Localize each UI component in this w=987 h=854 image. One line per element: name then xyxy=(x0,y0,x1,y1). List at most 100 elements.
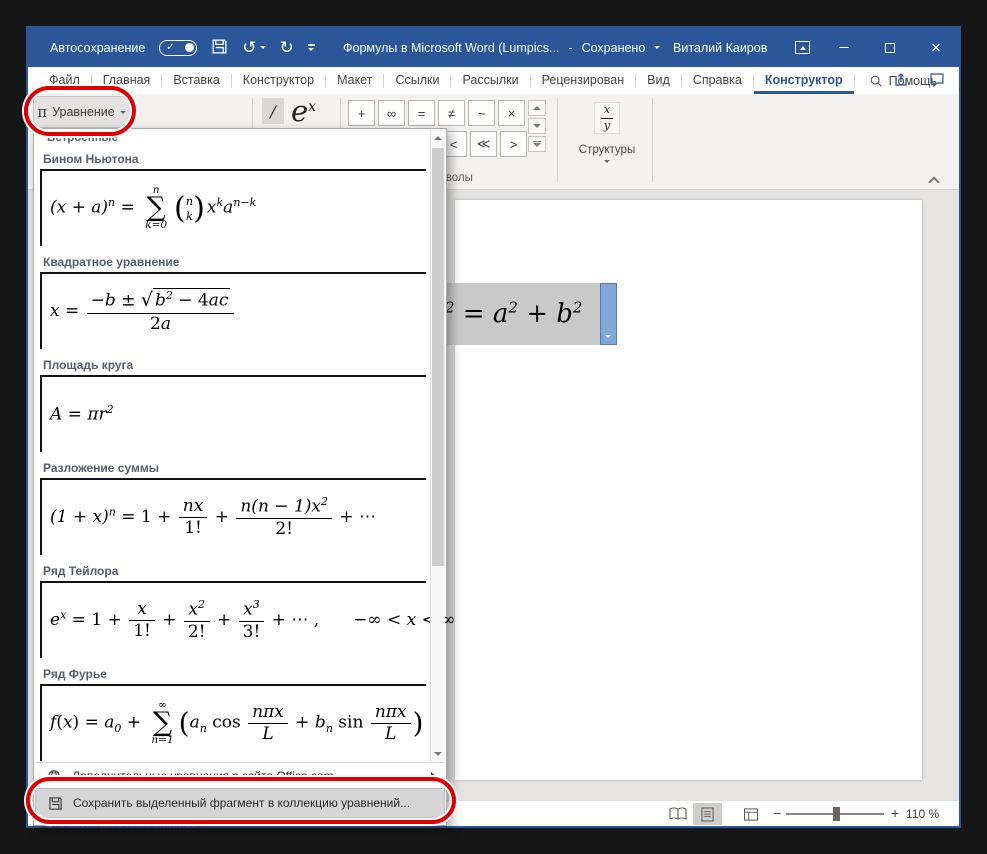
symbol-button[interactable]: ≠ xyxy=(438,100,465,126)
math-token: + xyxy=(212,610,237,630)
scroll-down-button[interactable] xyxy=(528,118,546,134)
equation-gallery-item[interactable]: Разложение суммы(1 + x)n = 1 + nx1! + n(… xyxy=(34,458,432,561)
math-token: 2 xyxy=(107,403,114,416)
math-token: 2 xyxy=(573,298,583,316)
ribbon-tab[interactable]: Файл xyxy=(38,67,91,94)
maximize-icon xyxy=(885,43,895,53)
math-token: −b ± √b2 − 4ac2a xyxy=(87,288,235,335)
menu-item-clipped[interactable]: Вставить новое уравнение xyxy=(35,820,445,827)
equation-gallery-item[interactable]: Ряд Фурьеf(x) = a0 + ∞∑n=1(an cos nπxL +… xyxy=(34,664,432,767)
symbols-more-button[interactable] xyxy=(528,136,546,152)
chevron-down-icon xyxy=(654,46,660,49)
symbol-button[interactable]: ∞ xyxy=(378,100,405,126)
scrollbar-thumb[interactable] xyxy=(432,148,444,566)
symbol-button[interactable]: = xyxy=(408,100,435,126)
math-token: n−k xyxy=(233,196,256,209)
window-title: Формулы в Microsoft Word (Lumpics... - С… xyxy=(343,28,660,67)
zoom-level[interactable]: 110 % xyxy=(906,807,939,821)
customize-qat-button[interactable] xyxy=(308,44,315,51)
math-token: nπxL xyxy=(248,702,288,746)
math-token: a xyxy=(104,713,114,733)
math-token: b xyxy=(105,291,116,311)
equation-text: 2 = a2 + b2 xyxy=(445,298,582,331)
equation-formula: f(x) = a0 + ∞∑n=1(an cos nπxL + bn sin n… xyxy=(50,700,423,746)
ribbon-display-options-icon[interactable] xyxy=(795,41,810,54)
equation-button-label: Уравнение xyxy=(52,105,115,119)
check-icon: ✓ xyxy=(166,42,174,54)
selected-equation[interactable]: 2 = a2 + b2 xyxy=(433,283,600,345)
maximize-button[interactable] xyxy=(867,28,913,67)
menu-item-save-selection[interactable]: Сохранить выделенный фрагмент в коллекци… xyxy=(35,788,445,818)
equation-preview: x = −b ± √b2 − 4ac2a xyxy=(40,272,426,349)
ribbon-tab[interactable]: Конструктор xyxy=(754,67,854,94)
symbol-button[interactable]: > xyxy=(500,131,527,157)
symbol-button[interactable]: ≪ xyxy=(470,131,497,157)
symbol-button[interactable]: ~ xyxy=(468,100,495,126)
symbols-row-2: <≪> xyxy=(440,131,527,157)
ribbon-tab[interactable]: Главная xyxy=(92,67,162,94)
ribbon-tab[interactable]: Вид xyxy=(636,67,681,94)
redo-icon[interactable]: ↻ xyxy=(280,39,294,56)
undo-button[interactable]: ↺ xyxy=(242,39,265,56)
equation-preview: (1 + x)n = 1 + nx1! + n(n − 1)x22! + ⋯ xyxy=(40,478,426,555)
equation-gallery-item[interactable]: Ряд Тейлораex = 1 + x1! + x22! + x33! + … xyxy=(34,561,432,664)
math-token: nx xyxy=(183,496,204,516)
chevron-down-icon xyxy=(120,111,126,114)
scroll-down-button[interactable] xyxy=(431,746,445,761)
math-token: + ⋯ xyxy=(334,507,376,527)
equation-dropdown-handle[interactable] xyxy=(600,283,617,345)
math-token: = xyxy=(62,405,87,425)
user-name[interactable]: Виталий Каиров xyxy=(673,28,767,67)
save-icon[interactable] xyxy=(211,38,228,58)
collapse-ribbon-icon[interactable] xyxy=(928,176,939,187)
zoom-slider-thumb[interactable] xyxy=(833,807,840,821)
equation-button[interactable]: π Уравнение xyxy=(33,96,130,128)
symbol-button[interactable]: × xyxy=(498,100,525,126)
math-token: L xyxy=(385,724,396,744)
ribbon-tab[interactable]: Ссылки xyxy=(384,67,450,94)
equation-formula: (1 + x)n = 1 + nx1! + n(n − 1)x22! + ⋯ xyxy=(50,495,376,540)
share-icon[interactable] xyxy=(893,72,909,93)
saved-status[interactable]: Сохранено xyxy=(582,41,646,55)
zoom-in-button[interactable]: + xyxy=(891,805,899,821)
equation-title: Площадь круга xyxy=(34,355,432,375)
script-button[interactable]: ex xyxy=(291,94,316,128)
equation-gallery-item[interactable]: Бином Ньютона(x + a)n = n∑k=0(nk)xkan−k xyxy=(34,149,432,252)
autosave-toggle[interactable]: ✓ xyxy=(159,40,197,56)
equation-gallery-item[interactable]: Площадь кругаA = πr2 xyxy=(34,355,432,458)
read-mode-button[interactable] xyxy=(663,803,692,825)
math-token: (x + a) xyxy=(50,198,108,218)
ribbon-tab[interactable]: Макет xyxy=(326,67,383,94)
equation-gallery-item[interactable]: Квадратное уравнениеx = −b ± √b2 − 4ac2a xyxy=(34,252,432,355)
math-token: (1 + x) xyxy=(50,507,109,527)
menu-item-more-equations[interactable]: Дополнительные уравнения с сайта Office.… xyxy=(35,764,445,788)
ribbon-tab[interactable]: Рецензирован xyxy=(531,67,636,94)
scroll-up-button[interactable] xyxy=(431,130,445,145)
zoom-out-button[interactable]: − xyxy=(773,805,781,821)
chevron-down-icon xyxy=(604,160,610,163)
close-button[interactable]: × xyxy=(913,28,959,67)
math-token: x xyxy=(50,301,60,321)
comment-icon[interactable] xyxy=(929,72,945,93)
undo-icon: ↺ xyxy=(242,39,256,56)
math-token: x xyxy=(137,599,147,619)
ribbon-tab[interactable]: Справка xyxy=(682,67,753,94)
fraction-button[interactable]: / xyxy=(262,98,284,124)
triangle-down-icon xyxy=(605,335,611,338)
math-token: ac xyxy=(209,291,229,311)
math-token: ) = xyxy=(73,713,105,733)
math-token: 3! xyxy=(243,622,261,642)
scroll-up-button[interactable] xyxy=(528,100,546,116)
math-token: 3 xyxy=(253,598,260,611)
web-layout-button[interactable] xyxy=(736,803,765,825)
ribbon-tab[interactable]: Рассылки xyxy=(451,67,529,94)
structures-button[interactable]: x y Структуры xyxy=(568,96,646,188)
print-layout-button[interactable] xyxy=(693,803,722,825)
symbol-button[interactable]: + xyxy=(348,100,375,126)
ribbon-tab[interactable]: Конструктор xyxy=(232,67,325,94)
math-token: − 4 xyxy=(173,291,209,311)
minimize-button[interactable] xyxy=(821,28,867,67)
math-token: √b2 − 4ac xyxy=(141,291,231,311)
ribbon-tab[interactable]: Вставка xyxy=(162,67,230,94)
math-token: 2 xyxy=(150,314,161,334)
